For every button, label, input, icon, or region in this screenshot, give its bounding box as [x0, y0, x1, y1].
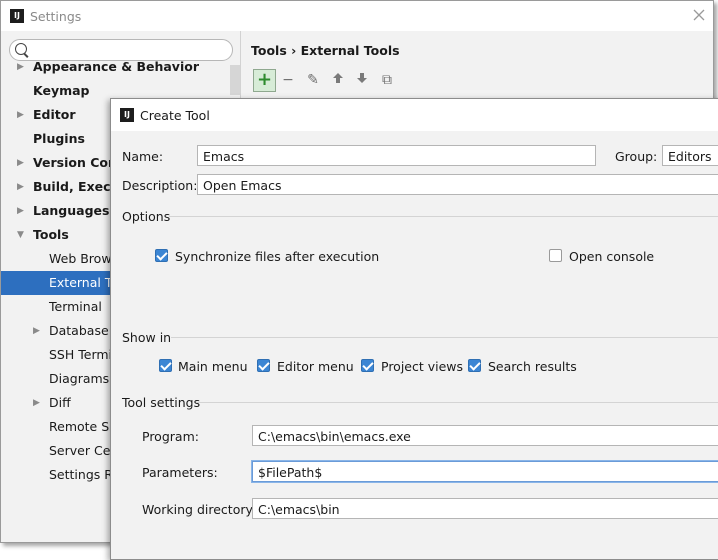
chevron-right-icon[interactable]: ▶ [17, 199, 24, 223]
arrow-down-icon [357, 73, 367, 83]
sidebar-item-label: Tools [33, 227, 69, 242]
arrow-up-icon [333, 73, 343, 83]
group-label: Group: [615, 149, 658, 164]
sync-files-checkbox[interactable] [155, 249, 168, 262]
show-in-separator [171, 337, 718, 338]
sidebar-item-label: Appearance & Behavior [33, 59, 199, 74]
move-down-button[interactable] [351, 69, 373, 91]
main-menu-label: Main menu [178, 359, 248, 374]
open-console-checkbox[interactable] [549, 249, 562, 262]
main-menu-checkbox[interactable] [159, 359, 172, 372]
working-directory-field[interactable]: C:\emacs\bin [252, 498, 718, 519]
options-separator [169, 216, 718, 217]
dialog-title: Create Tool [140, 108, 210, 123]
edit-tool-button[interactable]: ✎ [302, 69, 324, 91]
move-up-button[interactable] [327, 69, 349, 91]
chevron-right-icon[interactable]: ▶ [17, 103, 24, 127]
options-heading: Options [122, 209, 171, 224]
close-icon[interactable] [693, 6, 705, 25]
sidebar-item-label: Diagrams [49, 371, 110, 386]
open-console-label: Open console [569, 249, 655, 264]
dialog-titlebar: IJ Create Tool [111, 99, 718, 131]
intellij-app-icon: IJ [120, 108, 134, 122]
description-label: Description: [122, 178, 198, 193]
chevron-right-icon[interactable]: ▶ [17, 55, 24, 79]
sidebar-item-label: Diff [49, 395, 71, 410]
settings-titlebar: IJ Settings [1, 1, 713, 31]
sidebar-item-label: Editor [33, 107, 76, 122]
add-tool-button[interactable]: + [253, 69, 276, 92]
search-results-label: Search results [488, 359, 577, 374]
program-field[interactable]: C:\emacs\bin\emacs.exe [252, 425, 718, 446]
project-views-label: Project views [381, 359, 464, 374]
description-field[interactable]: Open Emacs [197, 174, 718, 195]
copy-tool-button[interactable]: ⧉ [376, 69, 398, 91]
breadcrumb: Tools › External Tools [251, 43, 400, 58]
parameters-field[interactable]: $FilePath$ [252, 461, 718, 482]
create-tool-dialog: IJ Create Tool Name: Emacs Group: Editor… [110, 98, 718, 560]
chevron-right-icon[interactable]: ▶ [17, 175, 24, 199]
show-in-heading: Show in [122, 330, 172, 345]
editor-menu-label: Editor menu [277, 359, 354, 374]
tool-settings-heading: Tool settings [122, 395, 201, 410]
sidebar-item-label: Database [49, 323, 109, 338]
remove-tool-button[interactable]: − [277, 69, 299, 91]
chevron-right-icon[interactable]: ▶ [33, 391, 40, 415]
settings-title: Settings [30, 9, 82, 24]
chevron-right-icon[interactable]: ▶ [33, 319, 40, 343]
editor-menu-checkbox[interactable] [257, 359, 270, 372]
working-directory-label: Working directory: [142, 502, 257, 517]
group-field[interactable]: Editors [662, 145, 718, 166]
sidebar-item-label: Plugins [33, 131, 85, 146]
intellij-app-icon: IJ [10, 9, 24, 23]
chevron-down-icon[interactable]: ▼ [17, 223, 24, 247]
program-label: Program: [142, 429, 199, 444]
tool-settings-separator [197, 402, 718, 403]
sidebar-item-label: Keymap [33, 83, 90, 98]
search-icon [15, 43, 27, 55]
sidebar-item-label: Terminal [49, 299, 102, 314]
name-field[interactable]: Emacs [197, 145, 596, 166]
parameters-label: Parameters: [142, 465, 218, 480]
search-results-checkbox[interactable] [468, 359, 481, 372]
sidebar-item[interactable]: ▶ Appearance & Behavior [1, 55, 240, 79]
chevron-right-icon[interactable]: ▶ [17, 151, 24, 175]
project-views-checkbox[interactable] [361, 359, 374, 372]
sync-files-label: Synchronize files after execution [175, 249, 380, 264]
name-label: Name: [122, 149, 164, 164]
